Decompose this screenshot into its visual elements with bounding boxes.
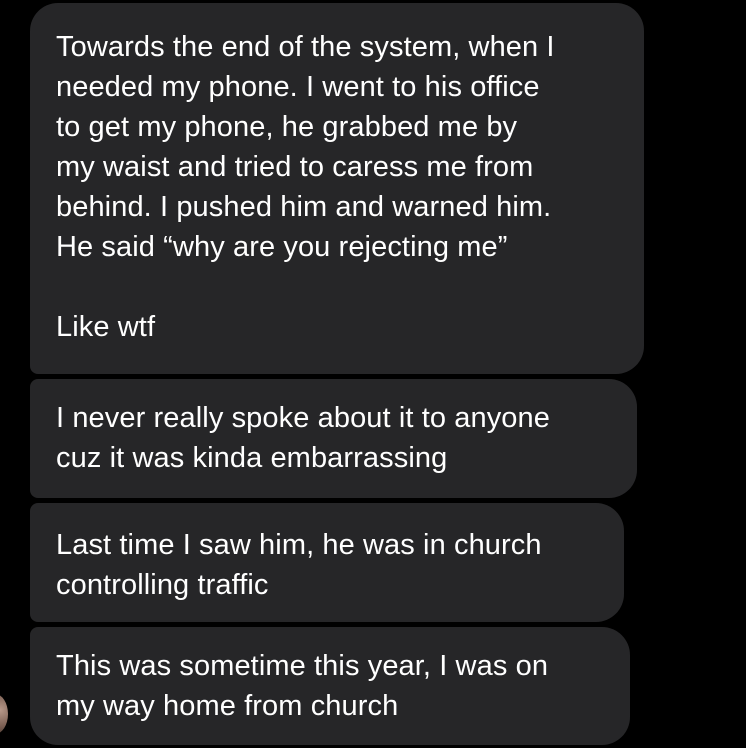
sender-avatar[interactable]	[0, 694, 8, 734]
message-thread: Towards the end of the system, when I ne…	[0, 0, 746, 748]
message-bubble[interactable]: I never really spoke about it to anyone …	[30, 379, 637, 498]
message-bubble[interactable]: Towards the end of the system, when I ne…	[30, 3, 644, 374]
message-bubble[interactable]: This was sometime this year, I was on my…	[30, 627, 630, 745]
message-bubble[interactable]: Last time I saw him, he was in church co…	[30, 503, 624, 622]
